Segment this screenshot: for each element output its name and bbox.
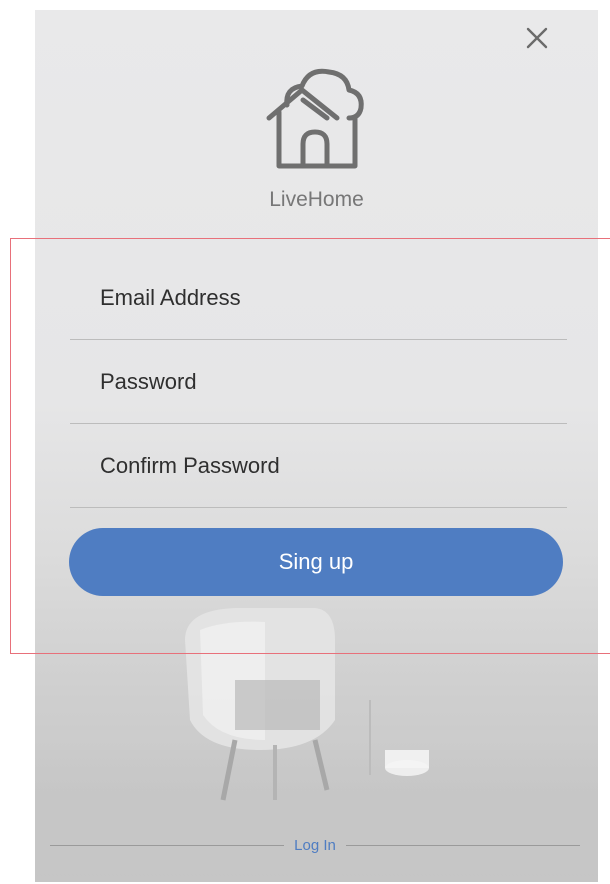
login-link[interactable]: Log In <box>284 837 346 854</box>
password-field <box>70 340 567 424</box>
confirm-password-field <box>70 424 567 508</box>
signup-screen: LiveHome Sing up Log In <box>35 10 598 882</box>
app-name: LiveHome <box>269 188 364 211</box>
email-field <box>70 256 567 340</box>
divider-line-right <box>345 844 580 846</box>
house-cloud-logo-icon <box>266 68 364 169</box>
close-icon <box>526 27 548 49</box>
signup-button[interactable]: Sing up <box>69 528 563 596</box>
email-input[interactable] <box>100 278 550 318</box>
divider-line-left <box>50 844 285 846</box>
close-button[interactable] <box>519 20 555 56</box>
confirm-password-input[interactable] <box>100 446 550 486</box>
login-row: Log In <box>50 830 580 860</box>
password-input[interactable] <box>100 362 550 402</box>
